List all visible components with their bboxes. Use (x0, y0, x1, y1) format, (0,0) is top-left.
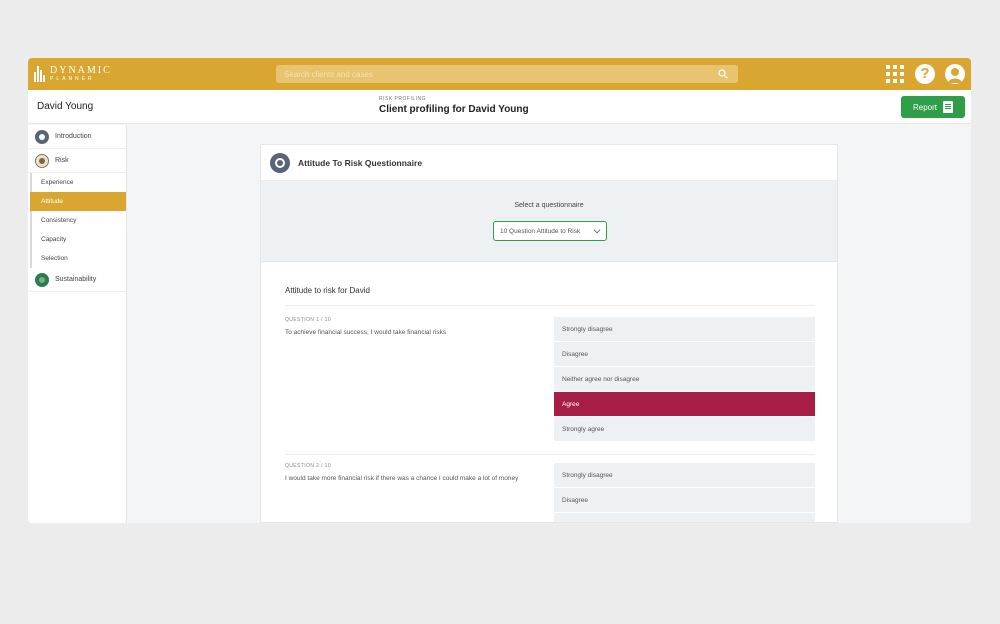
answer-option[interactable]: Neither agree nor disagree (554, 513, 815, 522)
questionnaire-icon (270, 152, 290, 173)
card-title: Attitude To Risk Questionnaire (298, 157, 423, 168)
sidebar-subitem-experience[interactable]: Experience (30, 173, 126, 192)
app-window: DYNAMIC PLANNER ? David Young RISK (28, 58, 971, 523)
sidebar-subitem-consistency[interactable]: Consistency (30, 211, 126, 230)
logo-line-1: DYNAMIC (50, 65, 112, 76)
questionnaire-select[interactable]: 10 Question Attitude to Risk (493, 221, 607, 241)
user-avatar-icon[interactable] (945, 64, 965, 84)
answer-option[interactable]: Strongly agree (554, 417, 815, 442)
answer-options: Strongly disagree Disagree Neither agree… (554, 463, 815, 522)
questionnaire-card: Attitude To Risk Questionnaire Select a … (260, 144, 838, 523)
risk-icon (35, 153, 49, 168)
logo-text: DYNAMIC PLANNER (50, 66, 112, 82)
report-button[interactable]: Report (901, 96, 965, 118)
document-icon (943, 101, 953, 113)
sidebar-item-sustainability[interactable]: Sustainability (28, 268, 126, 292)
help-icon[interactable]: ? (915, 64, 935, 84)
report-button-label: Report (912, 102, 937, 112)
logo[interactable]: DYNAMIC PLANNER (34, 65, 112, 83)
question-text: I would take more financial risk if ther… (285, 475, 519, 482)
apps-grid-icon[interactable] (886, 65, 904, 83)
answer-options: Strongly disagree Disagree Neither agree… (554, 317, 815, 442)
sidebar: Introduction Risk Experience Attitude Co… (28, 125, 127, 523)
sidebar-item-label: Sustainability (55, 276, 97, 283)
sidebar-item-label: Introduction (55, 133, 92, 140)
question-text: To achieve financial success, I would ta… (285, 329, 447, 336)
top-bar: DYNAMIC PLANNER ? (28, 58, 971, 90)
sustainability-icon (35, 272, 49, 287)
divider (285, 305, 815, 306)
answer-option-selected[interactable]: Agree (554, 392, 815, 417)
answer-option[interactable]: Disagree (554, 342, 815, 367)
search-input[interactable] (276, 65, 706, 83)
chevron-down-icon (593, 226, 601, 234)
logo-mark-icon (34, 66, 46, 82)
logo-line-2: PLANNER (50, 76, 95, 82)
card-header: Attitude To Risk Questionnaire (261, 145, 837, 181)
questionnaire-select-value: 10 Question Attitude to Risk (500, 227, 581, 235)
sidebar-subitem-attitude[interactable]: Attitude (30, 192, 126, 211)
client-name: David Young (37, 101, 94, 112)
sub-header: David Young RISK PROFILING Client profil… (28, 90, 971, 124)
introduction-icon (35, 129, 49, 144)
answer-option[interactable]: Disagree (554, 488, 815, 513)
page-title: Client profiling for David Young (379, 104, 529, 115)
questionnaire-select-panel: Select a questionnaire 10 Question Attit… (261, 181, 837, 262)
question-number: QUESTION 2 / 10 (285, 463, 332, 469)
breadcrumb: RISK PROFILING (379, 96, 427, 102)
answer-option[interactable]: Strongly disagree (554, 463, 815, 488)
question-block: QUESTION 2 / 10 I would take more financ… (285, 463, 815, 522)
search-icon[interactable] (718, 69, 728, 79)
question-number: QUESTION 1 / 10 (285, 317, 332, 323)
section-title: Attitude to risk for David (285, 286, 370, 295)
select-label: Select a questionnaire (514, 202, 584, 209)
sidebar-item-risk[interactable]: Risk (28, 149, 126, 173)
answer-option[interactable]: Strongly disagree (554, 317, 815, 342)
answer-option[interactable]: Neither agree nor disagree (554, 367, 815, 392)
search-box (276, 65, 738, 83)
sidebar-subitem-selection[interactable]: Selection (30, 249, 126, 268)
sidebar-item-label: Risk (55, 157, 69, 164)
divider (285, 454, 815, 455)
sidebar-subitem-capacity[interactable]: Capacity (30, 230, 126, 249)
sidebar-item-introduction[interactable]: Introduction (28, 125, 126, 149)
question-block: QUESTION 1 / 10 To achieve financial suc… (285, 317, 815, 445)
